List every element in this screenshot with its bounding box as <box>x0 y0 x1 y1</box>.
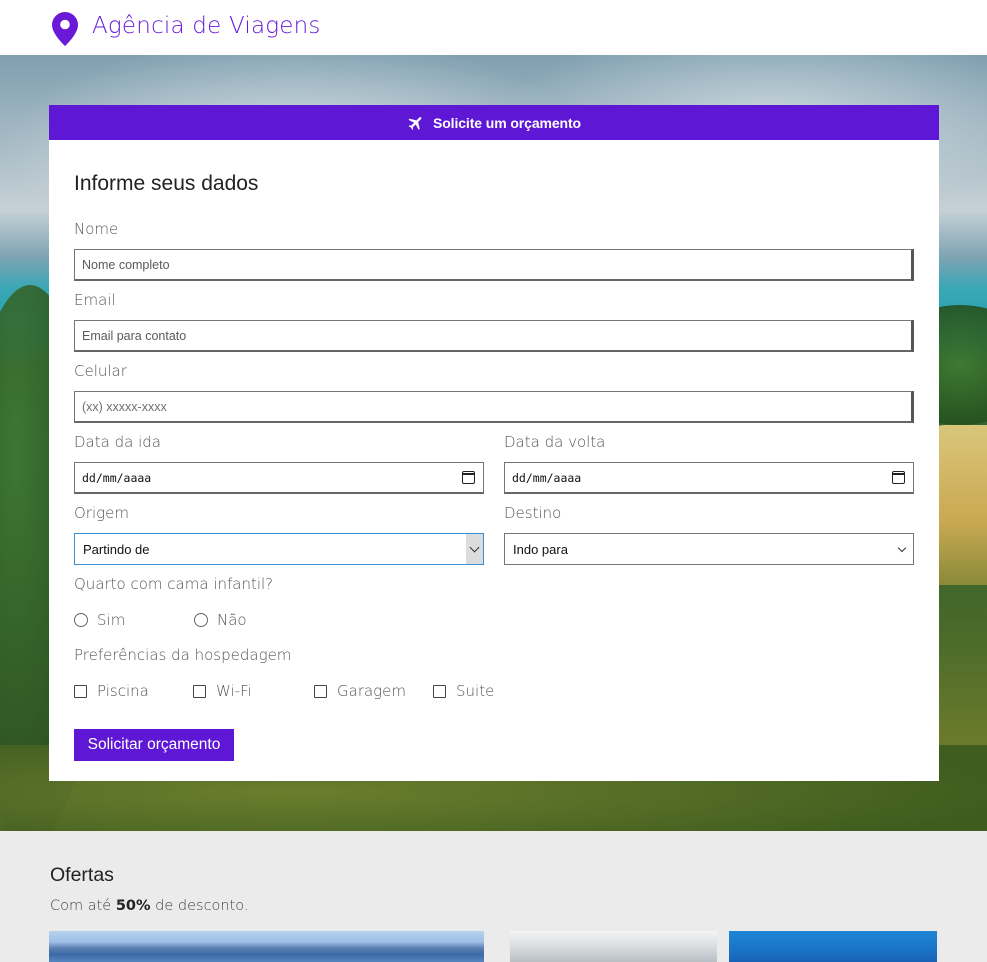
data-ida-label: Data da ida <box>74 433 161 451</box>
checkbox-garagem[interactable]: Garagem <box>314 682 406 700</box>
calendar-icon[interactable] <box>462 471 475 484</box>
checkbox-suite[interactable]: Suite <box>433 682 494 700</box>
checkbox-piscina[interactable]: Piscina <box>74 682 149 700</box>
checkbox-wifi-label: Wi-Fi <box>216 682 252 700</box>
submit-quote-button[interactable]: Solicitar orçamento <box>74 729 234 761</box>
checkbox[interactable] <box>314 684 327 698</box>
nome-input[interactable]: Nome completo <box>74 249 914 281</box>
offers-subtitle-prefix: Com até <box>50 898 116 914</box>
offers-title: Ofertas <box>50 864 114 886</box>
radio-sim[interactable]: Sim <box>74 611 125 629</box>
nome-label: Nome <box>74 220 119 238</box>
radio-nao[interactable]: Não <box>194 611 247 629</box>
destino-value: Indo para <box>513 541 568 557</box>
checkbox[interactable] <box>74 684 87 698</box>
data-ida-input[interactable]: dd/mm/aaaa <box>74 462 484 494</box>
form-header-title: Solicite um orçamento <box>432 114 582 131</box>
quote-form-card: Solicite um orçamento Informe seus dados… <box>49 105 939 781</box>
celular-input[interactable]: (xx) xxxxx-xxxx <box>74 391 914 423</box>
offer-image[interactable] <box>510 931 717 962</box>
data-volta-label: Data da volta <box>504 433 606 451</box>
checkbox[interactable] <box>193 684 206 698</box>
celular-label: Celular <box>74 362 127 380</box>
email-placeholder: Email para contato <box>82 328 187 343</box>
brand-name[interactable]: Agência de Viagens <box>92 13 321 39</box>
celular-placeholder: (xx) xxxxx-xxxx <box>82 399 167 414</box>
origem-label: Origem <box>74 504 129 522</box>
checkbox-suite-label: Suite <box>456 682 495 700</box>
preferencias-label: Preferências da hospedagem <box>74 646 292 664</box>
form-title: Informe seus dados <box>74 172 259 195</box>
offer-image[interactable] <box>729 931 937 962</box>
map-pin-icon <box>52 12 78 46</box>
checkbox-piscina-label: Piscina <box>97 682 149 700</box>
offers-discount: 50% <box>115 898 151 914</box>
email-label: Email <box>74 291 116 309</box>
radio-button[interactable] <box>74 613 88 627</box>
nome-placeholder: Nome completo <box>82 257 170 272</box>
calendar-icon[interactable] <box>892 471 905 484</box>
origem-select[interactable]: Partindo de <box>74 533 484 565</box>
airplane-icon <box>408 116 422 130</box>
quarto-label: Quarto com cama infantil? <box>74 575 274 593</box>
email-input[interactable]: Email para contato <box>74 320 914 352</box>
offers-section: Ofertas Com até 50% de desconto. <box>0 831 987 962</box>
data-ida-value: dd/mm/aaaa <box>82 470 152 485</box>
destino-label: Destino <box>504 504 562 522</box>
checkbox[interactable] <box>433 684 446 698</box>
radio-sim-label: Sim <box>97 611 126 629</box>
radio-button[interactable] <box>194 613 208 627</box>
radio-nao-label: Não <box>217 611 247 629</box>
origem-value: Partindo de <box>83 541 150 557</box>
checkbox-garagem-label: Garagem <box>337 682 407 700</box>
chevron-down-icon <box>466 534 483 564</box>
data-volta-input[interactable]: dd/mm/aaaa <box>504 462 914 494</box>
checkbox-wifi[interactable]: Wi-Fi <box>193 682 252 700</box>
offers-subtitle-suffix: de desconto. <box>150 898 249 914</box>
top-header: Agência de Viagens <box>0 0 987 55</box>
data-volta-value: dd/mm/aaaa <box>512 470 582 485</box>
offer-image[interactable] <box>49 931 484 962</box>
form-header: Solicite um orçamento <box>49 105 939 140</box>
offers-subtitle: Com até 50% de desconto. <box>50 898 249 914</box>
destino-select[interactable]: Indo para <box>504 533 914 565</box>
chevron-down-icon <box>897 543 907 553</box>
